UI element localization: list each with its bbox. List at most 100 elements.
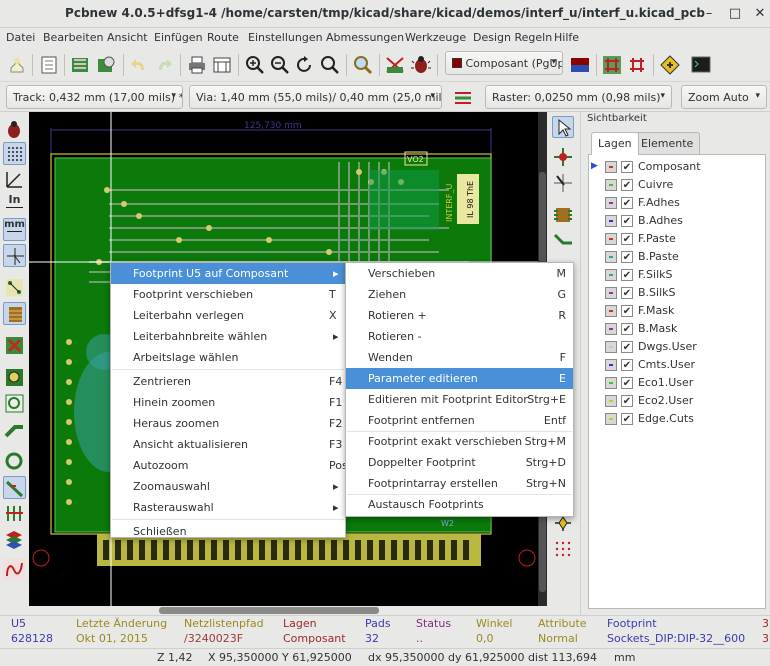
maximize-button[interactable]: □ <box>726 5 744 23</box>
cursor-shape-icon[interactable] <box>3 244 26 267</box>
layer-pair-icon[interactable] <box>569 54 591 76</box>
layer-row[interactable]: ✔ Eco2.User <box>589 392 765 410</box>
layer-color-swatch[interactable] <box>605 359 617 371</box>
active-layer-select[interactable]: Composant (PgUp) ▾ <box>445 51 563 75</box>
menu-design-regeln[interactable]: Design Regeln <box>473 31 552 44</box>
footprint-editor-icon[interactable] <box>69 54 91 76</box>
tab-layers[interactable]: Lagen <box>591 132 639 155</box>
submenu-item[interactable]: Parameter editieren E <box>346 368 573 389</box>
layer-row[interactable]: ✔ Cmts.User <box>589 356 765 374</box>
horizontal-scrollbar[interactable] <box>29 606 547 615</box>
layer-color-swatch[interactable] <box>605 269 617 281</box>
context-menu-item[interactable]: Zentrieren F4 <box>111 371 345 392</box>
drc-off-icon[interactable] <box>3 118 26 141</box>
layer-color-swatch[interactable] <box>605 197 617 209</box>
submenu-item[interactable]: Footprint entfernen Entf <box>346 410 573 431</box>
menu-werkzeuge[interactable]: Werkzeuge <box>405 31 466 44</box>
show-tracks-icon[interactable] <box>3 418 26 441</box>
menu-bearbeiten[interactable]: Bearbeiten <box>43 31 103 44</box>
auto-track-width-icon[interactable] <box>452 86 474 108</box>
context-menu-item[interactable]: Autozoom Pos1 <box>111 455 355 476</box>
select-tool-icon[interactable] <box>552 116 574 138</box>
menu-ansicht[interactable]: Ansicht <box>107 31 148 44</box>
context-menu-item[interactable]: Footprint U5 auf Composant ▸ <box>111 263 345 284</box>
page-settings-icon[interactable] <box>38 54 60 76</box>
submenu-item[interactable]: Ziehen G <box>346 284 573 305</box>
context-menu-item[interactable]: Rasterauswahl ▸ <box>111 497 345 518</box>
track-width-select[interactable]: Track: 0,432 mm (17,00 mils) * ▾ <box>6 85 183 109</box>
close-button[interactable]: ✕ <box>751 5 769 23</box>
find-icon[interactable] <box>352 54 374 76</box>
layer-color-swatch[interactable] <box>605 305 617 317</box>
context-menu-item[interactable]: Schließen <box>111 521 345 542</box>
layer-visible-checkbox[interactable]: ✔ <box>621 341 633 353</box>
zoom-fit-icon[interactable] <box>319 54 341 76</box>
context-menu-item[interactable]: Leiterbahn verlegen X <box>111 305 345 326</box>
high-contrast-icon[interactable] <box>3 476 26 499</box>
set-grid-origin-icon[interactable] <box>552 538 574 560</box>
menu-einstellungen[interactable]: Einstellungen <box>248 31 323 44</box>
layer-row[interactable]: ✔ Edge.Cuts <box>589 410 765 428</box>
microwave-icon[interactable] <box>3 502 26 525</box>
submenu-item[interactable]: Doppelter Footprint Strg+D <box>346 452 573 473</box>
show-vias-icon[interactable] <box>3 392 26 415</box>
context-menu-item[interactable]: Leiterbahnbreite wählen ▸ <box>111 326 345 347</box>
context-menu-item[interactable]: Zoomauswahl ▸ <box>111 476 345 497</box>
layer-visible-checkbox[interactable]: ✔ <box>621 413 633 425</box>
highlight-net-icon[interactable] <box>552 146 574 168</box>
layer-color-swatch[interactable] <box>605 251 617 263</box>
redo-icon[interactable] <box>153 54 175 76</box>
layer-visible-checkbox[interactable]: ✔ <box>621 161 633 173</box>
submenu-item[interactable]: Editieren mit Footprint Editor Strg+E <box>346 389 573 410</box>
zoom-out-icon[interactable] <box>269 54 291 76</box>
menu-hilfe[interactable]: Hilfe <box>554 31 579 44</box>
layer-row[interactable]: ✔ F.Adhes <box>589 194 765 212</box>
layer-row[interactable]: ✔ Cuivre <box>589 176 765 194</box>
local-ratsnest-icon[interactable] <box>552 172 574 194</box>
submenu-item[interactable]: Footprintarray erstellen Strg+N <box>346 473 573 494</box>
submenu-item[interactable]: Footprint exakt verschieben Strg+M <box>346 431 573 452</box>
layer-visible-checkbox[interactable]: ✔ <box>621 233 633 245</box>
minimize-button[interactable]: – <box>700 5 718 23</box>
grid-route-icon[interactable] <box>626 54 648 76</box>
mode-icon[interactable] <box>659 54 681 76</box>
layer-visible-checkbox[interactable]: ✔ <box>621 251 633 263</box>
tab-elements[interactable]: Elemente <box>634 132 701 154</box>
netlist-icon[interactable] <box>384 54 406 76</box>
layer-visible-checkbox[interactable]: ✔ <box>621 323 633 335</box>
zoom-select[interactable]: Zoom Auto ▾ <box>681 85 767 109</box>
show-pads-filled-icon[interactable] <box>3 366 26 389</box>
submenu-item[interactable]: Verschieben M <box>346 263 573 284</box>
submenu-item[interactable]: Rotieren + R <box>346 305 573 326</box>
grid-toggle-icon[interactable] <box>3 142 26 165</box>
layer-visible-checkbox[interactable]: ✔ <box>621 377 633 389</box>
drc-icon[interactable] <box>410 54 432 76</box>
redraw-icon[interactable] <box>294 54 316 76</box>
layer-visible-checkbox[interactable]: ✔ <box>621 305 633 317</box>
layer-color-swatch[interactable] <box>605 161 617 173</box>
layer-visible-checkbox[interactable]: ✔ <box>621 197 633 209</box>
add-footprint-icon[interactable] <box>552 204 574 226</box>
layer-color-swatch[interactable] <box>605 215 617 227</box>
undo-icon[interactable] <box>128 54 150 76</box>
context-menu-item[interactable]: Heraus zoomen F2 <box>111 413 345 434</box>
microwave-tools-icon[interactable] <box>3 558 26 581</box>
layer-row[interactable]: ✔ B.SilkS <box>589 284 765 302</box>
layer-visible-checkbox[interactable]: ✔ <box>621 269 633 281</box>
layer-visible-checkbox[interactable]: ✔ <box>621 395 633 407</box>
inch-units-toggle[interactable]: In <box>3 194 26 217</box>
mm-units-toggle[interactable]: mm <box>3 218 26 241</box>
layer-row[interactable]: ▶ ✔ Composant <box>589 158 765 176</box>
plot-icon[interactable] <box>211 54 233 76</box>
context-menu-item[interactable]: Hinein zoomen F1 <box>111 392 345 413</box>
layer-row[interactable]: ✔ Dwgs.User <box>589 338 765 356</box>
layer-row[interactable]: ✔ F.Paste <box>589 230 765 248</box>
layer-visible-checkbox[interactable]: ✔ <box>621 179 633 191</box>
layer-color-swatch[interactable] <box>605 323 617 335</box>
menu-einfuegen[interactable]: Einfügen <box>154 31 203 44</box>
autoroute-icon[interactable] <box>601 54 623 76</box>
layer-color-swatch[interactable] <box>605 233 617 245</box>
layer-color-swatch[interactable] <box>605 413 617 425</box>
layer-row[interactable]: ✔ F.SilkS <box>589 266 765 284</box>
layer-visibility-icon[interactable] <box>3 528 26 551</box>
